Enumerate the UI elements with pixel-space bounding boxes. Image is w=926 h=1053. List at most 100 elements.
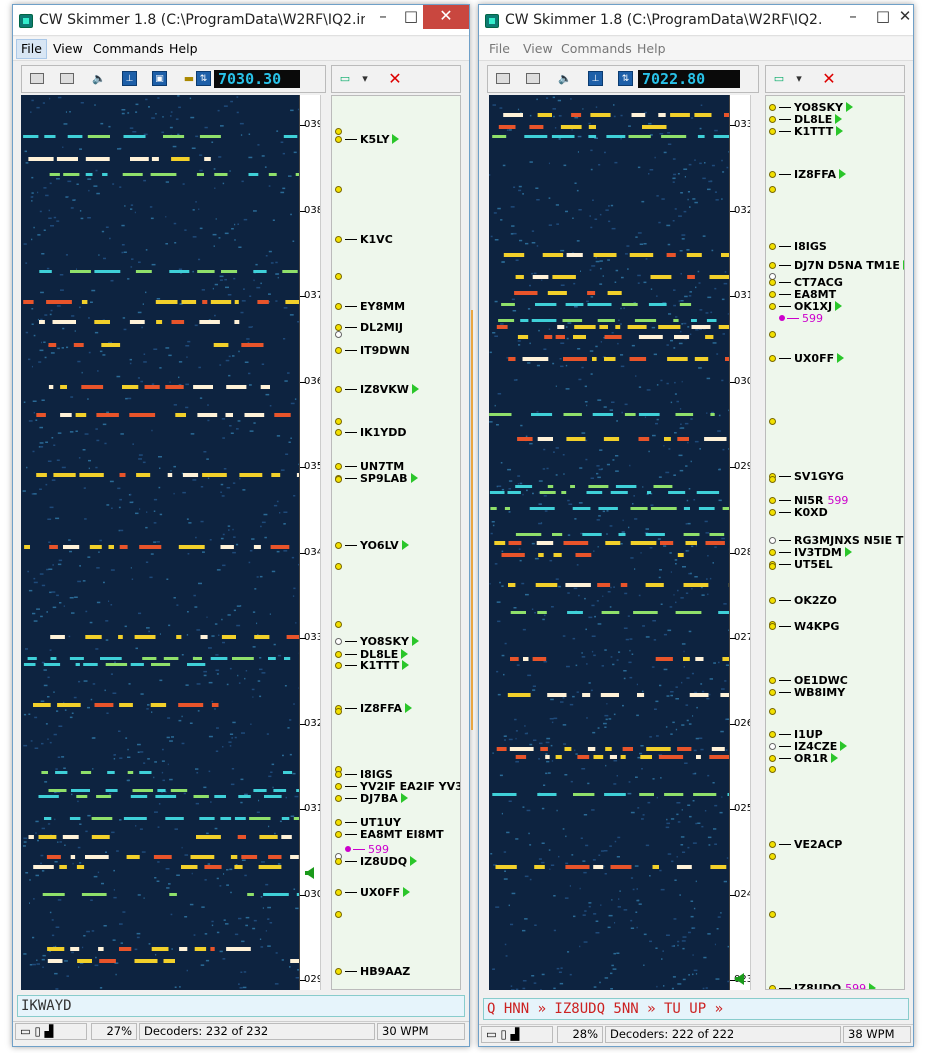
- clear-icon[interactable]: ✕: [386, 69, 404, 88]
- callsign-spot[interactable]: YV2IF EA2IF YV3: [345, 780, 460, 793]
- play-arrow-icon[interactable]: [400, 793, 408, 803]
- play-arrow-icon[interactable]: [869, 983, 877, 989]
- play-arrow-icon[interactable]: [836, 126, 844, 136]
- waterfall-display[interactable]: [21, 95, 299, 990]
- play-arrow-icon[interactable]: [902, 260, 904, 270]
- callsign-spot[interactable]: W4KPG: [779, 620, 839, 633]
- frequency-display[interactable]: 7022.80: [638, 70, 740, 88]
- callsign-spot[interactable]: DJ7BA: [345, 792, 408, 805]
- menu-view[interactable]: View: [523, 41, 553, 56]
- radio-icon[interactable]: [60, 73, 74, 84]
- radio-icon[interactable]: [526, 73, 540, 84]
- menu-commands[interactable]: Commands: [93, 41, 164, 56]
- callsign-spot[interactable]: IT9DWN: [345, 344, 410, 357]
- callsign-spot[interactable]: UT5EL: [779, 558, 833, 571]
- play-arrow-icon[interactable]: [840, 741, 848, 751]
- play-arrow-icon[interactable]: [401, 649, 409, 659]
- callsign-spot[interactable]: EA8MT EI8MT: [345, 828, 444, 841]
- callsign-spot[interactable]: IZ8VKW: [345, 383, 419, 396]
- callsign-spot[interactable]: UT1UY: [345, 816, 401, 829]
- clear-icon[interactable]: ✕: [820, 69, 838, 88]
- play-arrow-icon[interactable]: [835, 114, 843, 124]
- callsign-spot[interactable]: EY8MM: [345, 300, 405, 313]
- callsign-spot[interactable]: IZ8UDQ 599: [779, 982, 877, 989]
- play-arrow-icon[interactable]: [403, 887, 411, 897]
- callsign-spot[interactable]: OK1XJ: [779, 300, 843, 313]
- callsign-panel[interactable]: YO8SKY DL8LE K1TTT IZ8FFA I8IGS DJ7N D5NA TM1…: [765, 95, 905, 990]
- minimize-button[interactable]: –: [369, 5, 397, 29]
- play-arrow-icon[interactable]: [837, 353, 845, 363]
- callsign-spot[interactable]: VE2ACP: [779, 838, 842, 851]
- frequency-display[interactable]: 7030.30: [214, 70, 300, 88]
- callsign-spot[interactable]: K1TTT: [345, 659, 410, 672]
- maximize-button[interactable]: □: [869, 5, 897, 29]
- play-arrow-icon[interactable]: [392, 134, 400, 144]
- callsign-spot[interactable]: RG3MJNXS N5IE T: [779, 534, 903, 547]
- callsign-spot[interactable]: OE1DWC: [779, 674, 848, 687]
- maximize-button[interactable]: □: [397, 5, 425, 29]
- callsign-spot[interactable]: I1UP: [779, 728, 823, 741]
- play-arrow-icon[interactable]: [411, 384, 419, 394]
- callsign-spot[interactable]: EA8MT: [779, 288, 836, 301]
- callsign-spot[interactable]: UX0FF: [779, 352, 845, 365]
- callsign-spot[interactable]: UX0FF: [345, 886, 411, 899]
- spots-icon[interactable]: ▭: [336, 70, 354, 87]
- callsign-spot[interactable]: IZ8UDQ: [345, 855, 418, 868]
- camera-icon[interactable]: [496, 73, 510, 84]
- minimize-button[interactable]: –: [839, 5, 867, 29]
- callsign-spot[interactable]: YO8SKY: [345, 635, 419, 648]
- callsign-spot[interactable]: YO8SKY: [779, 101, 853, 114]
- play-arrow-icon[interactable]: [835, 301, 843, 311]
- menu-file[interactable]: File: [16, 39, 47, 59]
- speaker-icon[interactable]: 🔈: [90, 70, 108, 87]
- callsign-spot[interactable]: YO6LV: [345, 539, 409, 552]
- speaker-icon[interactable]: 🔈: [556, 70, 574, 87]
- chevron-down-icon[interactable]: ▾: [356, 70, 374, 87]
- menu-help[interactable]: Help: [637, 41, 666, 56]
- callsign-spot[interactable]: DL8LE: [779, 113, 843, 126]
- title-bar[interactable]: CW Skimmer 1.8 (C:\ProgramData\W2RF\IQ2.…: [479, 5, 913, 36]
- callsign-spot[interactable]: IZ4CZE: [779, 740, 848, 753]
- callsign-panel[interactable]: K5LY K1VC EY8MM DL2MIJ IT9DWN IZ8VKW IK1YDD UN7…: [331, 95, 461, 990]
- play-arrow-icon[interactable]: [401, 540, 409, 550]
- callsign-spot[interactable]: CT7ACG: [779, 276, 843, 289]
- tune-icon[interactable]: ⊥: [122, 71, 137, 86]
- callsign-spot[interactable]: IK1YDD: [345, 426, 407, 439]
- play-arrow-icon[interactable]: [405, 703, 413, 713]
- play-arrow-icon[interactable]: [402, 660, 410, 670]
- callsign-spot[interactable]: K0XD: [779, 506, 828, 519]
- callsign-spot[interactable]: K5LY: [345, 133, 400, 146]
- play-arrow-icon[interactable]: [844, 547, 852, 557]
- play-arrow-icon[interactable]: [839, 169, 847, 179]
- callsign-spot[interactable]: UN7TM: [345, 460, 404, 473]
- play-arrow-icon[interactable]: [410, 856, 418, 866]
- play-arrow-icon[interactable]: [412, 636, 419, 646]
- callsign-spot[interactable]: K1VC: [345, 233, 393, 246]
- waterfall-display[interactable]: [489, 95, 729, 990]
- callsign-spot[interactable]: DL2MIJ: [345, 321, 403, 334]
- menu-view[interactable]: View: [53, 41, 83, 56]
- camera-icon[interactable]: [30, 73, 44, 84]
- callsign-spot[interactable]: OK2ZO: [779, 594, 837, 607]
- swap-arrows-icon[interactable]: ⇅: [196, 71, 211, 86]
- callsign-spot[interactable]: DJ7N D5NA TM1E: [779, 259, 904, 272]
- callsign-spot[interactable]: IZ8FFA: [779, 168, 847, 181]
- chevron-down-icon[interactable]: ▾: [790, 70, 808, 87]
- menu-commands[interactable]: Commands: [561, 41, 632, 56]
- callsign-spot[interactable]: WB8IMY: [779, 686, 845, 699]
- callsign-spot[interactable]: I8IGS: [779, 240, 827, 253]
- menu-help[interactable]: Help: [169, 41, 198, 56]
- callsign-spot[interactable]: SP9LAB: [345, 472, 418, 485]
- save-icon[interactable]: ▣: [152, 71, 167, 86]
- callsign-spot[interactable]: IV3TDM: [779, 546, 852, 559]
- callsign-spot[interactable]: HB9AAZ: [345, 965, 410, 978]
- callsign-spot[interactable]: NI5R 599: [779, 494, 848, 507]
- swap-arrows-icon[interactable]: ⇅: [618, 71, 633, 86]
- play-arrow-icon[interactable]: [410, 473, 418, 483]
- play-arrow-icon[interactable]: [830, 753, 838, 763]
- callsign-spot[interactable]: IZ8FFA: [345, 702, 413, 715]
- menu-file[interactable]: File: [489, 41, 510, 56]
- spots-icon[interactable]: ▭: [770, 70, 788, 87]
- callsign-spot[interactable]: OR1R: [779, 752, 838, 765]
- play-arrow-icon[interactable]: [846, 102, 853, 112]
